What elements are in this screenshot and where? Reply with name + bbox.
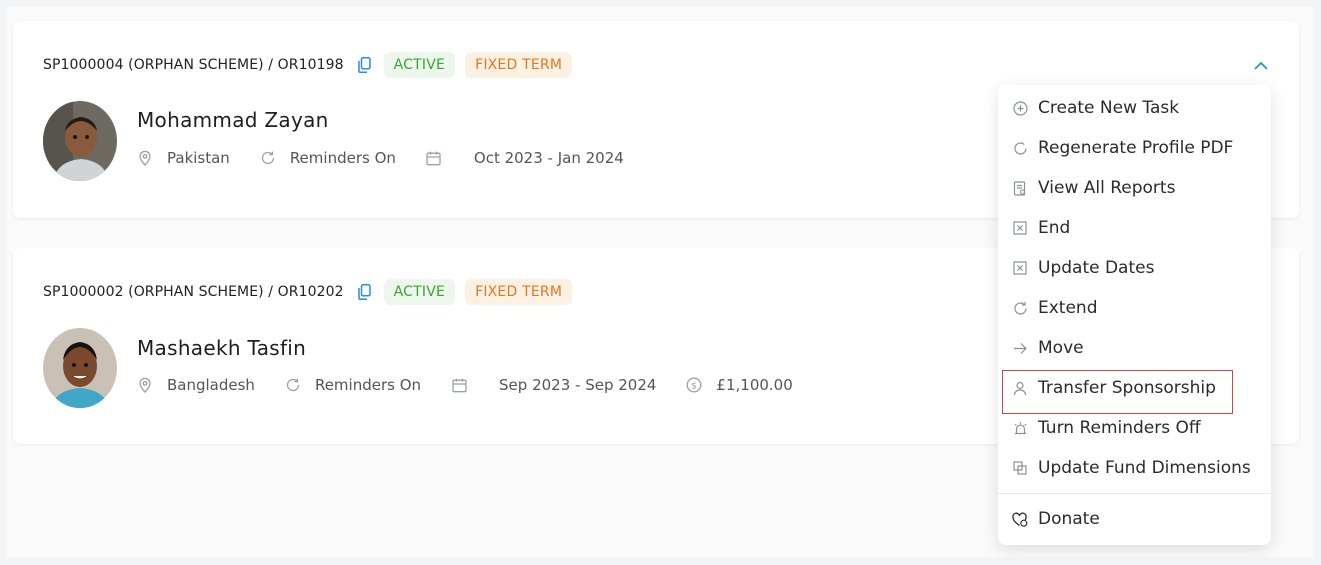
menu-divider <box>998 493 1271 494</box>
sponsorship-header: SP1000004 (ORPHAN SCHEME) / OR10198 ACTI… <box>43 52 573 78</box>
menu-item-label: End <box>1038 218 1071 238</box>
menu-item-label: Create New Task <box>1038 98 1180 118</box>
sponsorship-meta: Bangladesh Reminders On Sep 2023 - Sep 2… <box>137 376 823 394</box>
copy-icon <box>1012 460 1028 476</box>
menu-item-transfer-sponsorship[interactable]: Transfer Sponsorship <box>998 368 1271 414</box>
menu-item-label: Update Dates <box>1038 258 1155 278</box>
sponsorship-reference: SP1000004 (ORPHAN SCHEME) / OR10198 <box>43 57 344 73</box>
avatar <box>43 328 117 408</box>
sponsorship-header: SP1000002 (ORPHAN SCHEME) / OR10202 ACTI… <box>43 279 573 305</box>
amount-label: £1,100.00 <box>716 376 793 394</box>
country: Pakistan <box>137 149 230 167</box>
copy-icon[interactable] <box>356 283 374 301</box>
menu-item-label: Extend <box>1038 298 1098 318</box>
calendar-icon <box>426 150 442 166</box>
menu-item-label: Donate <box>1038 509 1100 529</box>
location-pin-icon <box>137 377 153 393</box>
refresh-icon <box>1012 140 1028 156</box>
menu-item-label: Move <box>1038 338 1084 358</box>
avatar <box>43 101 117 181</box>
reminders: Reminders On <box>260 149 396 167</box>
menu-item-label: Turn Reminders Off <box>1038 418 1201 438</box>
reminders-label: Reminders On <box>289 149 396 167</box>
actions-menu: Create New Task Regenerate Profile PDF V… <box>998 85 1271 545</box>
svg-text:$: $ <box>692 382 698 392</box>
refresh-icon <box>260 150 276 166</box>
menu-item-label: Update Fund Dimensions <box>1038 458 1251 478</box>
sponsorship-meta: Pakistan Reminders On Oct 2023 - Jan 202… <box>137 149 654 167</box>
report-icon <box>1012 180 1028 196</box>
x-square-icon <box>1012 260 1028 276</box>
location-pin-icon <box>137 150 153 166</box>
menu-item-extend[interactable]: Extend <box>998 288 1271 328</box>
user-icon <box>1012 380 1028 396</box>
menu-item-regenerate-profile-pdf[interactable]: Regenerate Profile PDF <box>998 128 1271 168</box>
country: Bangladesh <box>137 376 255 394</box>
menu-item-create-new-task[interactable]: Create New Task <box>998 88 1271 128</box>
sponsorship-reference: SP1000002 (ORPHAN SCHEME) / OR10202 <box>43 284 344 300</box>
menu-item-end[interactable]: End <box>998 208 1271 248</box>
country-label: Pakistan <box>167 149 230 167</box>
menu-item-label: Transfer Sponsorship <box>1038 378 1216 398</box>
sponsored-name: Mashaekh Tasfin <box>137 336 307 360</box>
sponsored-name: Mohammad Zayan <box>137 108 329 132</box>
menu-item-donate[interactable]: Donate <box>998 499 1271 539</box>
status-badge: ACTIVE <box>383 279 456 305</box>
term-badge: FIXED TERM <box>465 279 573 305</box>
menu-item-label: View All Reports <box>1038 178 1176 198</box>
term-badge: FIXED TERM <box>465 52 573 78</box>
menu-item-view-all-reports[interactable]: View All Reports <box>998 168 1271 208</box>
menu-item-turn-reminders-off[interactable]: Turn Reminders Off <box>998 408 1271 448</box>
plus-circle-icon <box>1012 100 1028 116</box>
calendar-icon <box>451 377 467 393</box>
status-badge: ACTIVE <box>383 52 456 78</box>
amount: $ £1,100.00 <box>686 376 793 394</box>
reminders-label: Reminders On <box>314 376 422 394</box>
period-label: Oct 2023 - Jan 2024 <box>473 149 624 167</box>
menu-item-label: Regenerate Profile PDF <box>1038 138 1234 158</box>
menu-item-update-dates[interactable]: Update Dates <box>998 248 1271 288</box>
alarm-icon <box>1012 420 1028 436</box>
period: Sep 2023 - Sep 2024 <box>451 376 656 394</box>
reminders: Reminders On <box>285 376 421 394</box>
x-square-icon <box>1012 220 1028 236</box>
chevron-up-icon[interactable] <box>1253 57 1269 70</box>
refresh-icon <box>1012 300 1028 316</box>
period-label: Sep 2023 - Sep 2024 <box>499 376 657 394</box>
menu-item-move[interactable]: Move <box>998 328 1271 368</box>
arrow-right-icon <box>1012 340 1028 356</box>
heart-dollar-icon <box>1012 511 1028 527</box>
refresh-icon <box>285 377 301 393</box>
copy-icon[interactable] <box>356 56 374 74</box>
period: Oct 2023 - Jan 2024 <box>426 149 624 167</box>
currency-icon: $ <box>686 377 702 393</box>
menu-item-update-fund-dimensions[interactable]: Update Fund Dimensions <box>998 448 1271 488</box>
country-label: Bangladesh <box>167 376 255 394</box>
